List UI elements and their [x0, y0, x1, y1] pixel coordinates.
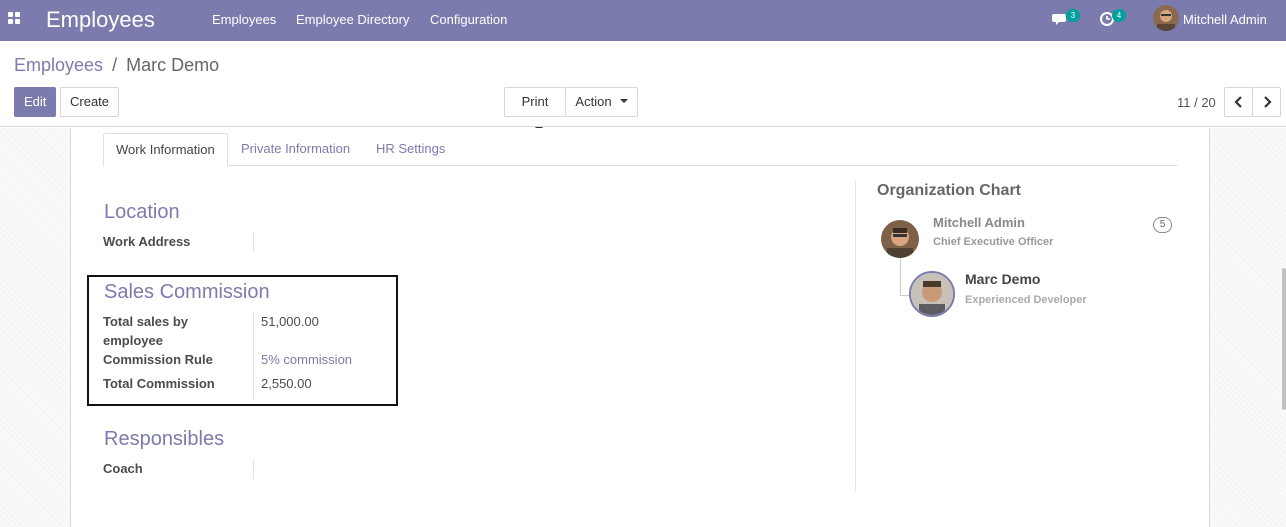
- field-divider: [253, 232, 254, 252]
- total-commission-label: Total Commission: [103, 376, 215, 391]
- pager-previous-button[interactable]: [1224, 87, 1253, 117]
- employee-avatar: [909, 271, 955, 317]
- field-divider: [253, 459, 254, 479]
- edit-button[interactable]: Edit: [14, 87, 56, 117]
- manager-avatar[interactable]: [881, 220, 919, 258]
- app-title: Employees: [46, 7, 155, 32]
- tab-private-information[interactable]: Private Information: [229, 133, 362, 166]
- coach-label: Coach: [103, 461, 143, 476]
- form-content-area: Work Information Private Information HR …: [0, 128, 1286, 527]
- vertical-scrollbar[interactable]: [1282, 268, 1286, 410]
- org-tree-vertical-line: [900, 256, 901, 296]
- employee-name: Marc Demo: [965, 271, 1041, 287]
- field-divider: [253, 312, 254, 400]
- pager-value[interactable]: 11 / 20: [1177, 95, 1216, 110]
- breadcrumb-employees-link[interactable]: Employees: [14, 55, 103, 75]
- user-menu[interactable]: Mitchell Admin: [1183, 12, 1267, 27]
- tab-hr-settings[interactable]: HR Settings: [364, 133, 457, 166]
- column-divider: [855, 180, 856, 492]
- breadcrumb: Employees / Marc Demo: [14, 55, 219, 76]
- tab-work-information[interactable]: Work Information: [103, 133, 228, 167]
- commission-rule-label: Commission Rule: [103, 352, 213, 367]
- menu-employee-directory[interactable]: Employee Directory: [296, 12, 409, 27]
- total-commission-value: 2,550.00: [261, 376, 312, 391]
- action-dropdown[interactable]: Action: [565, 87, 638, 117]
- manager-job: Chief Executive Officer: [933, 236, 1054, 248]
- menu-employees[interactable]: Employees: [212, 12, 276, 27]
- top-navbar: Employees Employees Employee Directory C…: [0, 0, 1286, 41]
- control-panel: Employees / Marc Demo Edit Create Print …: [0, 41, 1286, 131]
- form-sheet: Work Information Private Information HR …: [70, 128, 1210, 527]
- total-sales-label: Total sales by employee: [103, 314, 189, 348]
- employee-job: Experienced Developer: [965, 294, 1087, 306]
- commission-rule-link[interactable]: 5% commission: [261, 350, 352, 369]
- breadcrumb-current: Marc Demo: [126, 55, 220, 75]
- work-address-label: Work Address: [103, 234, 191, 249]
- org-chart-title: Organization Chart: [877, 182, 1022, 199]
- print-dropdown[interactable]: Print: [504, 87, 566, 131]
- user-avatar[interactable]: [1153, 5, 1179, 31]
- total-sales-value: 51,000.00: [261, 314, 319, 329]
- apps-menu-icon[interactable]: [8, 12, 22, 26]
- caret-down-icon: [619, 98, 628, 103]
- sales-commission-title: Sales Commission: [104, 281, 270, 303]
- breadcrumb-separator: /: [112, 55, 118, 75]
- chevron-left-icon: [1233, 96, 1242, 108]
- action-label: Action: [575, 94, 612, 109]
- location-title: Location: [104, 201, 180, 223]
- messages-badge: 3: [1066, 9, 1080, 22]
- print-label: Print: [521, 94, 549, 109]
- activities-badge: 4: [1112, 9, 1126, 22]
- responsibles-title: Responsibles: [104, 428, 225, 450]
- notebook-tabs: Work Information Private Information HR …: [103, 133, 1178, 167]
- create-button[interactable]: Create: [60, 87, 119, 117]
- manager-name-link[interactable]: Mitchell Admin: [933, 215, 1025, 230]
- pager-next-button[interactable]: [1252, 87, 1281, 117]
- subordinate-count-badge[interactable]: 5: [1153, 217, 1172, 233]
- menu-configuration[interactable]: Configuration: [430, 12, 507, 27]
- chevron-right-icon: [1263, 96, 1272, 108]
